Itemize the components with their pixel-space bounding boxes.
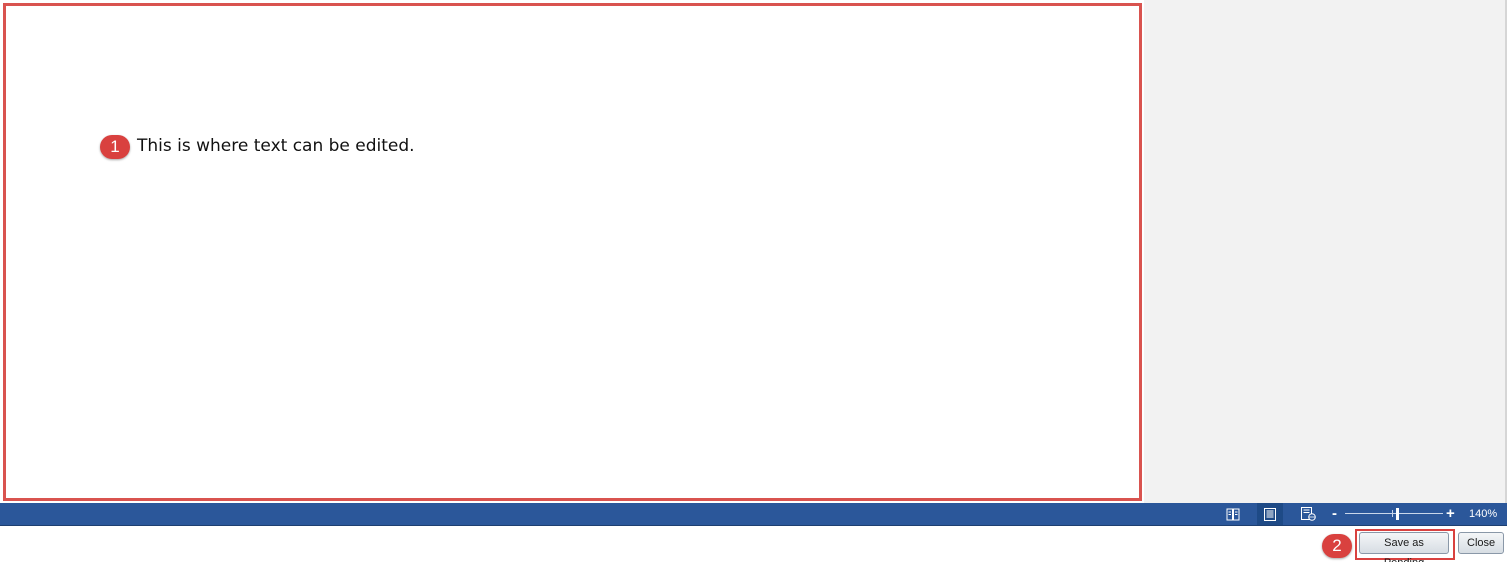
document-side-gutter <box>1144 0 1507 503</box>
callout-marker: 1 <box>100 135 130 159</box>
zoom-slider-track[interactable] <box>1345 513 1443 514</box>
callout-marker: 2 <box>1322 534 1352 558</box>
save-as-pending-button[interactable]: Save as Pending <box>1359 532 1449 562</box>
web-layout-icon[interactable] <box>1300 506 1316 522</box>
print-layout-icon[interactable] <box>1257 503 1283 525</box>
editable-text-area[interactable]: This is where text can be edited. <box>137 136 415 156</box>
close-button[interactable]: Close <box>1458 532 1504 554</box>
document-editor-window: 1 This is where text can be edited. - + … <box>0 0 1507 562</box>
action-bar: 2 <box>0 526 1507 562</box>
read-mode-icon[interactable] <box>1225 506 1241 522</box>
zoom-out-button[interactable]: - <box>1332 504 1337 524</box>
zoom-slider-midpoint <box>1392 510 1393 517</box>
zoom-in-button[interactable]: + <box>1446 504 1455 524</box>
editor-highlight-frame <box>3 3 1142 501</box>
status-bar: - + 140% <box>0 503 1507 526</box>
zoom-slider-thumb[interactable] <box>1396 508 1399 520</box>
zoom-level-label[interactable]: 140% <box>1469 503 1497 525</box>
